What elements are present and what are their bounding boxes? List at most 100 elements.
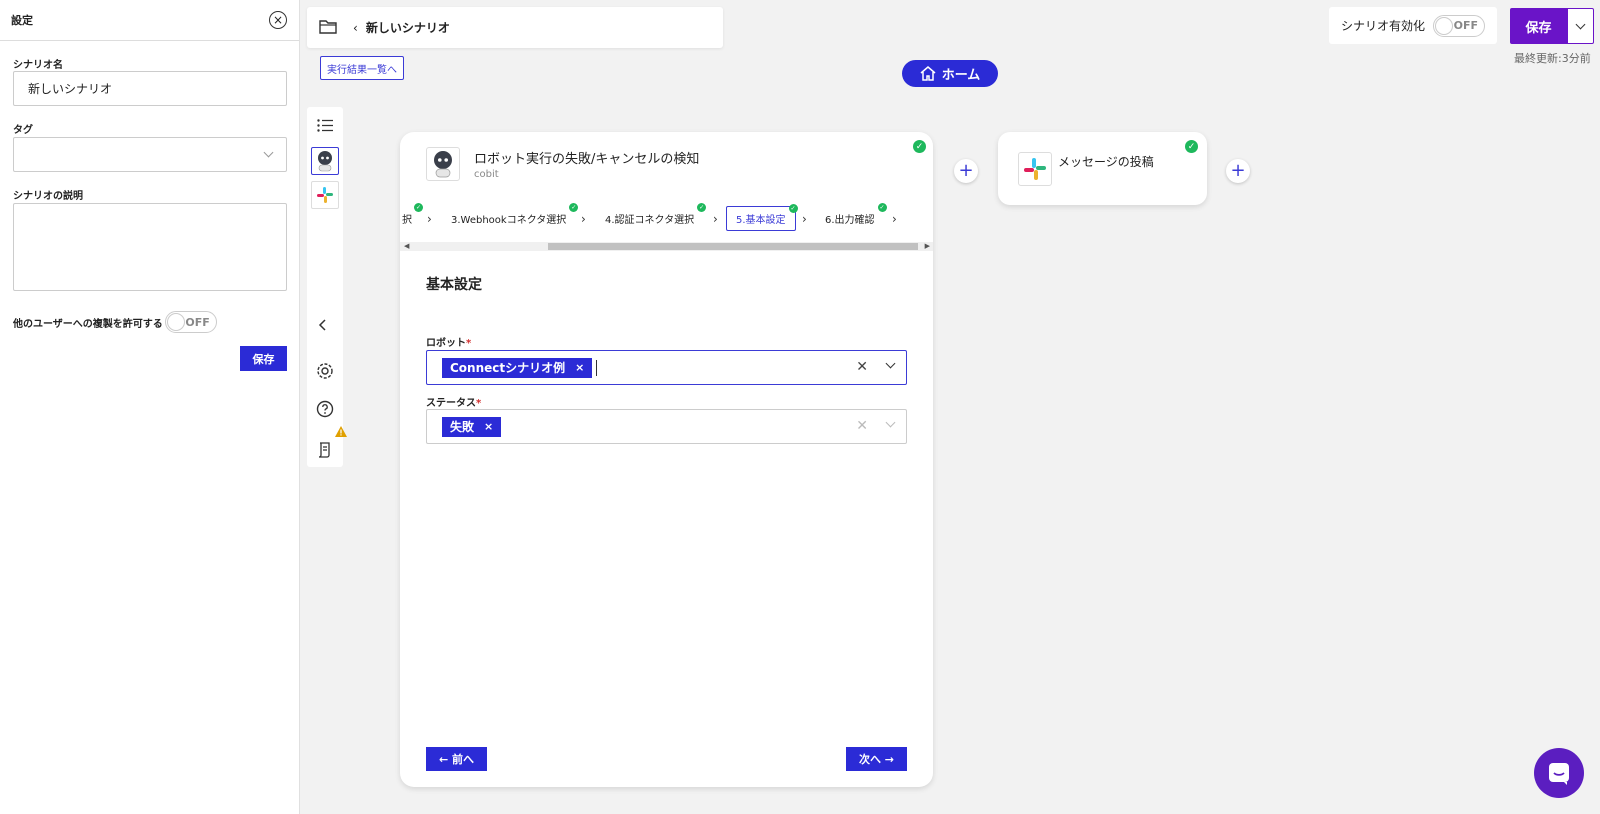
- home-icon: [920, 66, 936, 81]
- chevron-down-icon: [1575, 19, 1586, 29]
- list-icon[interactable]: [317, 119, 333, 135]
- add-node-button[interactable]: +: [1226, 159, 1250, 183]
- rail-slack-node[interactable]: [311, 181, 339, 209]
- robot-field-label: ロボット*: [426, 338, 472, 349]
- success-check-icon: ✓: [1185, 140, 1198, 153]
- help-button[interactable]: [307, 392, 343, 426]
- text-caret: [596, 359, 598, 376]
- chevron-right-icon: ›: [581, 212, 586, 226]
- help-icon: [316, 400, 334, 418]
- rail-robot-node[interactable]: [311, 147, 339, 175]
- folder-icon[interactable]: [319, 19, 337, 37]
- settings-panel: 設定 × シナリオ名 新しいシナリオ タグ シナリオの説明 他のユーザーへの複製…: [0, 0, 300, 814]
- scenario-enable-toggle[interactable]: OFF: [1433, 14, 1486, 37]
- robot-multiselect[interactable]: Connectシナリオ例 × ✕: [426, 350, 907, 385]
- tab-step-6[interactable]: 6.出力確認 ✓: [816, 203, 887, 231]
- status-multiselect[interactable]: 失敗 × ✕: [426, 409, 907, 444]
- tab-label: 択: [402, 215, 412, 226]
- home-button[interactable]: ホーム: [902, 60, 998, 87]
- tab-step-4[interactable]: 4.認証コネクタ選択 ✓: [596, 203, 707, 231]
- home-label: ホーム: [941, 68, 981, 83]
- chevron-down-icon: [263, 147, 274, 158]
- description-textarea[interactable]: [13, 203, 287, 291]
- chip-label: Connectシナリオ例: [450, 361, 566, 375]
- gear-icon: [317, 363, 333, 379]
- tab-step-3[interactable]: 3.Webhookコネクタ選択 ✓: [442, 203, 579, 231]
- scenario-enable-label: シナリオ有効化: [1341, 19, 1426, 33]
- scenario-breadcrumb-bar: ‹ 新しいシナリオ: [307, 7, 723, 48]
- robot-chip: Connectシナリオ例 ×: [442, 357, 593, 378]
- warning-icon: [335, 426, 347, 440]
- check-icon: ✓: [414, 203, 423, 212]
- collapse-chevron-icon[interactable]: [317, 319, 329, 334]
- scrollbar-thumb[interactable]: [548, 243, 918, 250]
- check-icon: ✓: [877, 203, 887, 212]
- allow-copy-row: 他のユーザーへの複製を許可する OFF: [13, 311, 217, 333]
- next-button[interactable]: 次へ →: [846, 747, 907, 771]
- chevron-right-icon: ›: [427, 212, 432, 226]
- success-check-icon: ✓: [913, 140, 926, 153]
- slack-icon: [1018, 152, 1052, 186]
- tab-label: 3.Webhookコネクタ選択: [451, 215, 567, 226]
- check-icon: ✓: [569, 203, 579, 212]
- tab-step-2[interactable]: 択 ✓: [400, 203, 423, 231]
- description-label: シナリオの説明: [13, 191, 83, 202]
- clear-icon[interactable]: ✕: [856, 418, 868, 434]
- toggle-knob: [166, 313, 185, 331]
- status-chip: 失敗 ×: [442, 416, 502, 437]
- chat-icon: [1549, 763, 1569, 785]
- status-field-label: ステータス*: [426, 398, 482, 409]
- tab-label: 6.出力確認: [825, 215, 875, 226]
- allow-copy-label: 他のユーザーへの複製を許可する: [13, 318, 163, 330]
- allow-copy-toggle[interactable]: OFF: [164, 311, 217, 333]
- save-button-group: 保存: [1510, 8, 1594, 44]
- section-title: 基本設定: [426, 277, 482, 293]
- tag-select[interactable]: [13, 137, 287, 172]
- chip-remove-icon[interactable]: ×: [484, 420, 493, 433]
- check-icon: ✓: [697, 203, 707, 212]
- chevron-right-icon: ›: [713, 212, 718, 226]
- settings-header: 設定 ×: [0, 0, 299, 41]
- robot-icon: [426, 147, 460, 181]
- prev-button[interactable]: ← 前へ: [426, 747, 487, 771]
- settings-save-button[interactable]: 保存: [240, 346, 287, 371]
- settings-button[interactable]: [307, 354, 343, 388]
- clear-icon[interactable]: ✕: [856, 359, 868, 375]
- save-button[interactable]: 保存: [1510, 8, 1567, 44]
- chevron-right-icon: ›: [892, 212, 897, 226]
- slack-icon: [317, 187, 333, 203]
- tab-step-5[interactable]: 5.基本設定 ✓: [726, 204, 798, 231]
- scenario-name-input[interactable]: 新しいシナリオ: [13, 71, 287, 106]
- chevron-down-icon[interactable]: [885, 358, 896, 369]
- chat-button[interactable]: [1534, 748, 1584, 798]
- step-tabs: 択 ✓ › 3.Webhookコネクタ選択 ✓ › 4.認証コネクタ選択 ✓ › 5.…: [400, 203, 933, 232]
- toggle-state: OFF: [1453, 19, 1479, 32]
- check-icon: ✓: [788, 204, 798, 213]
- card-header: ロボット実行の失敗/キャンセルの検知 cobit: [426, 147, 699, 181]
- toggle-state: OFF: [185, 315, 210, 329]
- last-updated-text: 最終更新:3分前: [1514, 52, 1591, 65]
- run-results-link[interactable]: 実行結果一覧へ: [320, 56, 404, 80]
- toggle-knob: [1435, 16, 1454, 35]
- tab-label: 5.基本設定: [736, 215, 786, 226]
- add-node-button[interactable]: +: [954, 159, 978, 183]
- robot-icon: [318, 151, 332, 172]
- chevron-down-icon[interactable]: [885, 417, 896, 428]
- card-title: ロボット実行の失敗/キャンセルの検知: [474, 152, 700, 167]
- slack-node[interactable]: メッセージの投稿 ✓: [998, 132, 1207, 205]
- chip-label: 失敗: [450, 420, 475, 434]
- horizontal-scrollbar[interactable]: ◀ ▶: [400, 242, 933, 251]
- slack-node-title: メッセージの投稿: [1058, 155, 1154, 169]
- scroll-right-icon[interactable]: ▶: [925, 242, 930, 250]
- tab-label: 4.認証コネクタ選択: [605, 215, 695, 226]
- save-dropdown-button[interactable]: [1567, 8, 1594, 44]
- scroll-left-icon[interactable]: ◀: [404, 242, 409, 250]
- chip-remove-icon[interactable]: ×: [575, 361, 584, 374]
- step-card: ロボット実行の失敗/キャンセルの検知 cobit ✓ 択 ✓ › 3.Webhoo…: [400, 132, 933, 787]
- scenario-name-label: シナリオ名: [13, 60, 63, 71]
- back-chevron-icon[interactable]: ‹: [353, 21, 358, 35]
- settings-title: 設定: [11, 14, 33, 27]
- close-icon[interactable]: ×: [269, 11, 287, 29]
- tag-label: タグ: [13, 125, 33, 136]
- scenario-enable-box: シナリオ有効化 OFF: [1329, 7, 1497, 44]
